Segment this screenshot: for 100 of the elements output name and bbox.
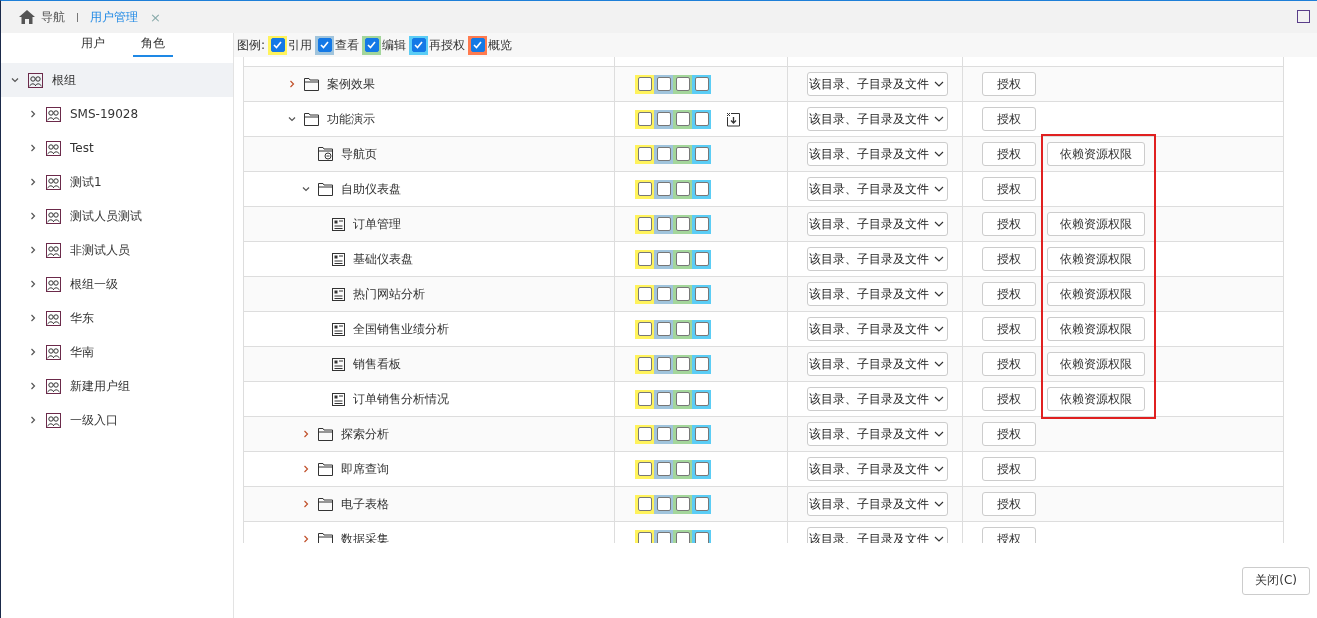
close-button[interactable]: 关闭(C) xyxy=(1242,566,1310,595)
grant-button[interactable]: 授权 xyxy=(982,422,1036,446)
chevron-right-icon[interactable] xyxy=(29,212,37,220)
dependency-permission-button[interactable]: 依赖资源权限 xyxy=(1047,317,1145,341)
permission-checkbox[interactable] xyxy=(694,77,709,91)
tree-item[interactable]: 新建用户组 xyxy=(1,369,233,403)
permission-checkbox[interactable] xyxy=(675,427,690,441)
permission-checkbox[interactable] xyxy=(637,462,652,476)
caret-icon[interactable] xyxy=(934,291,944,297)
caret-icon[interactable] xyxy=(934,151,944,157)
permission-checkbox[interactable] xyxy=(675,112,690,126)
dependency-permission-button[interactable]: 依赖资源权限 xyxy=(1047,352,1145,376)
permission-checkbox[interactable] xyxy=(656,322,671,336)
scope-dropdown[interactable]: 该目录、子目录及文件 xyxy=(807,387,948,411)
scope-dropdown[interactable]: 该目录、子目录及文件 xyxy=(807,247,948,271)
tree-item[interactable]: 华东 xyxy=(1,301,233,335)
chevron-right-icon[interactable] xyxy=(29,314,37,322)
chevron-right-icon[interactable] xyxy=(288,80,296,88)
permission-checkbox[interactable] xyxy=(637,427,652,441)
permission-checkbox[interactable] xyxy=(637,357,652,371)
chevron-right-icon[interactable] xyxy=(29,246,37,254)
permission-checkbox[interactable] xyxy=(637,287,652,301)
scope-dropdown[interactable]: 该目录、子目录及文件 xyxy=(807,317,948,341)
permission-checkbox[interactable] xyxy=(637,147,652,161)
maximize-icon[interactable] xyxy=(1297,10,1310,23)
dependency-permission-button[interactable]: 依赖资源权限 xyxy=(1047,247,1145,271)
caret-icon[interactable] xyxy=(934,221,944,227)
grant-button[interactable]: 授权 xyxy=(982,107,1036,131)
permission-checkbox[interactable] xyxy=(675,462,690,476)
scope-dropdown[interactable]: 该目录、子目录及文件 xyxy=(807,107,948,131)
permission-checkbox[interactable] xyxy=(675,217,690,231)
scope-dropdown[interactable]: 该目录、子目录及文件 xyxy=(807,142,948,166)
grant-button[interactable]: 授权 xyxy=(982,247,1036,271)
permission-checkbox[interactable] xyxy=(694,252,709,266)
grant-button[interactable]: 授权 xyxy=(982,387,1036,411)
permission-checkbox[interactable] xyxy=(656,497,671,511)
permission-checkbox[interactable] xyxy=(637,392,652,406)
chevron-right-icon[interactable] xyxy=(29,110,37,118)
chevron-right-icon[interactable] xyxy=(29,416,37,424)
permission-checkbox[interactable] xyxy=(637,252,652,266)
caret-icon[interactable] xyxy=(934,256,944,262)
nav-tab[interactable]: 导航 xyxy=(17,6,67,28)
dependency-permission-button[interactable]: 依赖资源权限 xyxy=(1047,212,1145,236)
tree-item[interactable]: 测试1 xyxy=(1,165,233,199)
permission-checkbox[interactable] xyxy=(656,147,671,161)
caret-icon[interactable] xyxy=(934,116,944,122)
permission-checkbox[interactable] xyxy=(637,182,652,196)
chevron-down-icon[interactable] xyxy=(288,115,296,123)
permission-checkbox[interactable] xyxy=(637,532,652,543)
chevron-right-icon[interactable] xyxy=(302,535,310,543)
grant-button[interactable]: 授权 xyxy=(982,352,1036,376)
permission-checkbox[interactable] xyxy=(675,322,690,336)
caret-icon[interactable] xyxy=(934,361,944,367)
permission-checkbox[interactable] xyxy=(675,392,690,406)
permission-checkbox[interactable] xyxy=(675,497,690,511)
permission-checkbox[interactable] xyxy=(656,532,671,543)
tree-item[interactable]: 非测试人员 xyxy=(1,233,233,267)
chevron-right-icon[interactable] xyxy=(29,348,37,356)
scope-dropdown[interactable]: 该目录、子目录及文件 xyxy=(807,212,948,236)
caret-icon[interactable] xyxy=(934,396,944,402)
permission-checkbox[interactable] xyxy=(694,427,709,441)
scope-dropdown[interactable]: 该目录、子目录及文件 xyxy=(807,492,948,516)
chevron-down-icon[interactable] xyxy=(302,185,310,193)
chevron-right-icon[interactable] xyxy=(29,178,37,186)
grant-button[interactable]: 授权 xyxy=(982,177,1036,201)
permission-checkbox[interactable] xyxy=(656,462,671,476)
chevron-right-icon[interactable] xyxy=(29,144,37,152)
sidebar-tab[interactable]: 用户 xyxy=(73,35,113,57)
permission-checkbox[interactable] xyxy=(694,532,709,543)
permission-checkbox[interactable] xyxy=(637,217,652,231)
chevron-right-icon[interactable] xyxy=(302,465,310,473)
permission-checkbox[interactable] xyxy=(656,182,671,196)
scope-dropdown[interactable]: 该目录、子目录及文件 xyxy=(807,282,948,306)
caret-icon[interactable] xyxy=(934,536,944,542)
sidebar-tab[interactable]: 角色 xyxy=(133,35,173,57)
permission-checkbox[interactable] xyxy=(656,252,671,266)
tree-item[interactable]: SMS-19028 xyxy=(1,97,233,131)
permission-checkbox[interactable] xyxy=(694,112,709,126)
permission-checkbox[interactable] xyxy=(675,357,690,371)
chevron-right-icon[interactable] xyxy=(302,430,310,438)
chevron-right-icon[interactable] xyxy=(302,500,310,508)
permission-checkbox[interactable] xyxy=(694,497,709,511)
permission-checkbox[interactable] xyxy=(694,182,709,196)
permission-checkbox[interactable] xyxy=(675,252,690,266)
tree-item[interactable]: Test xyxy=(1,131,233,165)
permission-checkbox[interactable] xyxy=(637,322,652,336)
scope-dropdown[interactable]: 该目录、子目录及文件 xyxy=(807,457,948,481)
permission-checkbox[interactable] xyxy=(656,217,671,231)
caret-icon[interactable] xyxy=(934,431,944,437)
tree-item[interactable]: 测试人员测试 xyxy=(1,199,233,233)
scope-dropdown[interactable]: 该目录、子目录及文件 xyxy=(807,72,948,96)
permission-checkbox[interactable] xyxy=(656,357,671,371)
caret-icon[interactable] xyxy=(934,326,944,332)
scope-dropdown[interactable]: 该目录、子目录及文件 xyxy=(807,352,948,376)
caret-icon[interactable] xyxy=(934,81,944,87)
tree-item[interactable]: 华南 xyxy=(1,335,233,369)
tree-item[interactable]: 一级入口 xyxy=(1,403,233,437)
permission-checkbox[interactable] xyxy=(694,147,709,161)
permission-checkbox[interactable] xyxy=(656,287,671,301)
permission-checkbox[interactable] xyxy=(694,322,709,336)
